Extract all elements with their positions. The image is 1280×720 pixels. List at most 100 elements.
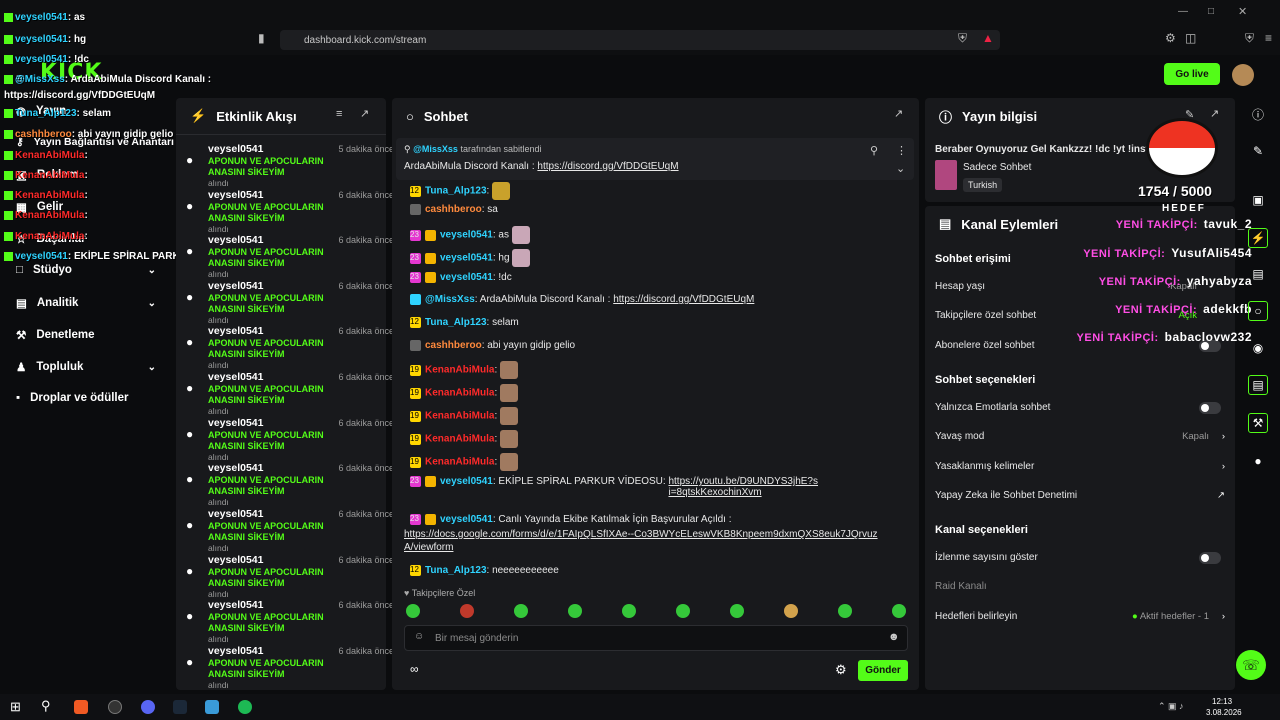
maximize-icon[interactable]: □ — [1208, 6, 1214, 17]
chat-message: 23 veysel0541: Canlı Yayında Ekibe Katılm… — [410, 514, 732, 526]
popout-icon[interactable]: ↗ — [894, 107, 903, 120]
emote — [511, 226, 530, 244]
gift-icon: ● — [186, 244, 194, 258]
shield-icon — [410, 340, 421, 351]
sub-badge: 12 — [410, 317, 421, 328]
app-icon[interactable] — [205, 700, 219, 714]
vpn-icon[interactable]: ⛨ — [1245, 31, 1254, 46]
chat-link[interactable]: https://docs.google.com/forms/d/e/1FAIpQ… — [404, 528, 884, 554]
smiley-icon[interactable]: ☻ — [888, 631, 900, 643]
sidebar-item-denetleme[interactable]: ⚒ Denetleme — [16, 328, 156, 342]
send-button[interactable]: Gönder — [858, 660, 908, 681]
more-icon[interactable]: ⋮ — [896, 144, 907, 157]
pinned-message[interactable]: ⚲ @MissXss tarafından sabitlendi ArdaAbi… — [396, 138, 914, 180]
close-icon[interactable]: ✕ — [1238, 5, 1247, 18]
sub-badge: 23 — [410, 514, 421, 525]
toggle[interactable] — [1199, 402, 1221, 414]
edit-icon[interactable]: ✎ — [1248, 141, 1268, 161]
url-text: dashboard.kick.com/stream — [304, 34, 427, 46]
divider — [176, 134, 386, 135]
clock-date[interactable]: 3.08.2026 — [1206, 708, 1242, 717]
windows-start-icon[interactable]: ⊞ — [10, 699, 21, 715]
bookmark-icon[interactable]: ▮ — [258, 31, 265, 45]
wrench-icon[interactable]: ⚒ — [1248, 413, 1268, 433]
avatar[interactable] — [1232, 64, 1254, 86]
address-bar[interactable]: dashboard.kick.com/stream — [280, 30, 1000, 50]
goal-label: HEDEF — [1162, 203, 1206, 214]
broadcast-icon[interactable]: ◉ — [1248, 338, 1268, 358]
brave-icon[interactable] — [74, 700, 88, 714]
follower-alert: YENİ TAKİPÇİ: adekkfb — [1115, 302, 1252, 316]
community-icon[interactable]: ● — [1248, 451, 1268, 471]
points-icon[interactable]: ∞ — [410, 662, 419, 676]
shield-icon[interactable]: ⛨ — [958, 31, 967, 46]
popout-icon[interactable]: ↗ — [360, 107, 369, 120]
section-title: Sohbet erişimi — [935, 253, 1011, 265]
follower-alert: YENİ TAKİPÇİ: YusufAli5454 — [1083, 246, 1252, 260]
sidebar-item-analitik[interactable]: ▤ Analitik ⌄ — [16, 296, 156, 310]
search-icon[interactable]: ⚲ — [41, 698, 51, 714]
chat-message: cashhberoo: sa — [410, 204, 498, 215]
popout-icon[interactable]: ↗ — [1210, 107, 1219, 120]
emote-bar[interactable] — [406, 604, 906, 618]
sidebar-item-studyo[interactable]: □ Stüdyo ⌄ — [16, 264, 156, 276]
chat-message: 12 Tuna_Alp123: selam — [410, 317, 519, 329]
screen-icon[interactable]: ▣ — [1248, 190, 1268, 210]
crown-icon — [425, 272, 436, 283]
unpin-icon[interactable]: ⚲ — [870, 144, 878, 157]
chat-message: cashhberoo: abi yayın gidip gelio — [410, 340, 575, 351]
filter-icon[interactable]: ≡ — [336, 108, 342, 120]
chevron-right-icon: › — [1221, 431, 1225, 442]
emoji-icon[interactable]: ☺ — [414, 631, 424, 642]
goals-setting[interactable]: Hedefleri belirleyin ● Aktif hedefler - 1… — [935, 611, 1225, 622]
emote-only-setting[interactable]: Yalnızca Emotlarla sohbet — [935, 402, 1225, 414]
sub-badge: 23 — [410, 229, 421, 241]
trash-icon — [410, 204, 421, 215]
sub-badge: 19 — [410, 364, 421, 376]
chat-input[interactable]: Bir mesaj gönderin — [404, 625, 908, 651]
sidebar-toggle-icon[interactable]: ◫ — [1185, 31, 1196, 45]
toggle[interactable] — [1199, 552, 1221, 564]
spotify-icon[interactable] — [238, 700, 252, 714]
rewards-icon[interactable]: ▲ — [982, 31, 994, 45]
stack-icon[interactable]: ▤ — [1248, 375, 1268, 395]
chat-link[interactable]: https://discord.gg/VfDDGtEUqM — [613, 294, 754, 305]
chevron-down-icon: ⌄ — [147, 264, 156, 276]
steam-icon[interactable] — [173, 700, 187, 714]
slow-mode-setting[interactable]: Yavaş mod Kapalı › — [935, 431, 1225, 442]
followers-only-label: ♥ Takipçilere Özel — [404, 588, 476, 598]
follower-alert: YENİ TAKİPÇİ: babaclovw232 — [1076, 330, 1252, 344]
ai-moderation-setting[interactable]: Yapay Zeka ile Sohbet Denetimi ↗ — [935, 490, 1225, 501]
category-name[interactable]: Sadece Sohbet — [963, 162, 1031, 173]
emote — [500, 361, 519, 379]
chevron-down-icon: ⌄ — [147, 297, 156, 309]
sidebar-item-topluluk[interactable]: ♟ Topluluk ⌄ — [16, 360, 156, 374]
chat-icon[interactable]: ○ — [1248, 301, 1268, 321]
pinned-link[interactable]: https://discord.gg/VfDDGtEUqM — [537, 161, 678, 172]
discord-icon[interactable] — [141, 700, 155, 714]
help-icon[interactable]: ☏ — [1236, 650, 1266, 680]
sidebar-item-droplar[interactable]: ▪ Droplar ve ödüller — [16, 392, 156, 404]
banned-words-setting[interactable]: Yasaklanmış kelimeler › — [935, 461, 1225, 472]
show-viewers-setting[interactable]: İzlenme sayısını göster — [935, 552, 1225, 564]
obs-icon[interactable] — [108, 700, 122, 714]
studio-icon: □ — [16, 264, 23, 276]
chat-message: 19 KenanAbiMula: — [410, 384, 519, 402]
clock-time[interactable]: 12:13 — [1212, 697, 1232, 706]
menu-icon[interactable]: ≡ — [1265, 31, 1272, 45]
extensions-icon[interactable]: ⚙ — [1165, 31, 1176, 45]
gear-icon[interactable]: ⚙ — [835, 662, 847, 678]
tray-icons[interactable]: ⌃ ▣ ♪ — [1158, 701, 1184, 712]
language-tag: Turkish — [963, 178, 1003, 192]
gift-icon: ● — [186, 335, 194, 349]
bolt-icon[interactable]: ⚡ — [1248, 228, 1268, 248]
chat-link[interactable]: https://youtu.be/D9UNDYS3jhE?si=8qtskKex… — [668, 476, 818, 498]
document-icon[interactable]: ▤ — [1248, 264, 1268, 284]
minimize-icon[interactable]: — — [1178, 6, 1188, 17]
info-icon[interactable]: ⓘ — [1248, 104, 1268, 124]
emote — [512, 249, 531, 267]
go-live-button[interactable]: Go live — [1164, 63, 1220, 85]
chevron-down-icon[interactable]: ⌄ — [896, 162, 905, 175]
raid-setting[interactable]: Raid Kanalı — [935, 581, 1225, 592]
crown-icon — [425, 252, 436, 264]
